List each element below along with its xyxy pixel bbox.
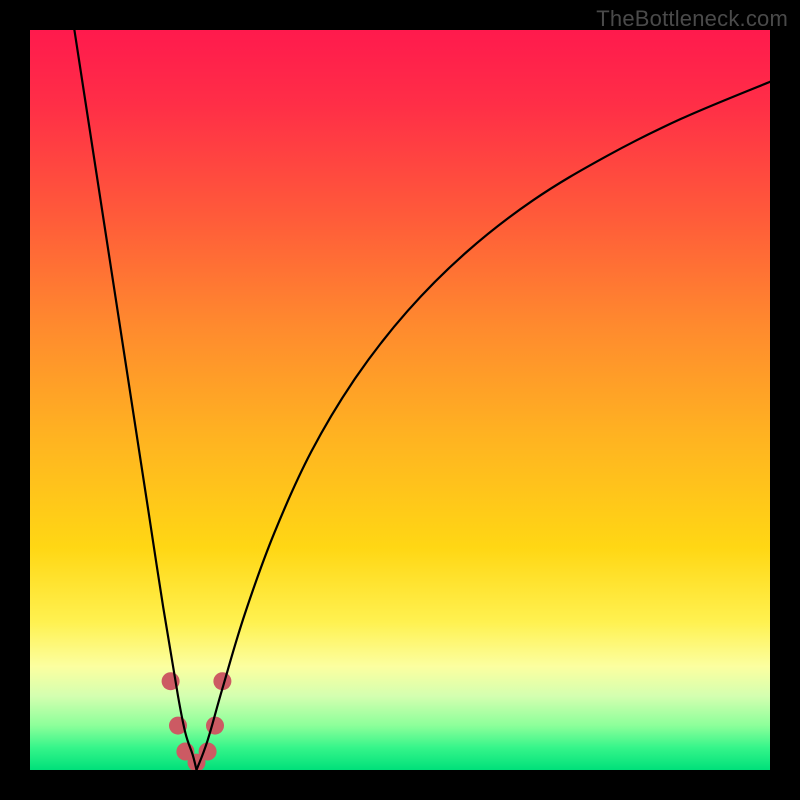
min-marker-dot	[206, 717, 224, 735]
min-markers	[162, 672, 232, 770]
curve-right	[197, 82, 771, 770]
watermark-text: TheBottleneck.com	[596, 6, 788, 32]
curve-left	[74, 30, 196, 770]
plot-area	[30, 30, 770, 770]
curves-layer	[30, 30, 770, 770]
chart-frame: TheBottleneck.com	[0, 0, 800, 800]
